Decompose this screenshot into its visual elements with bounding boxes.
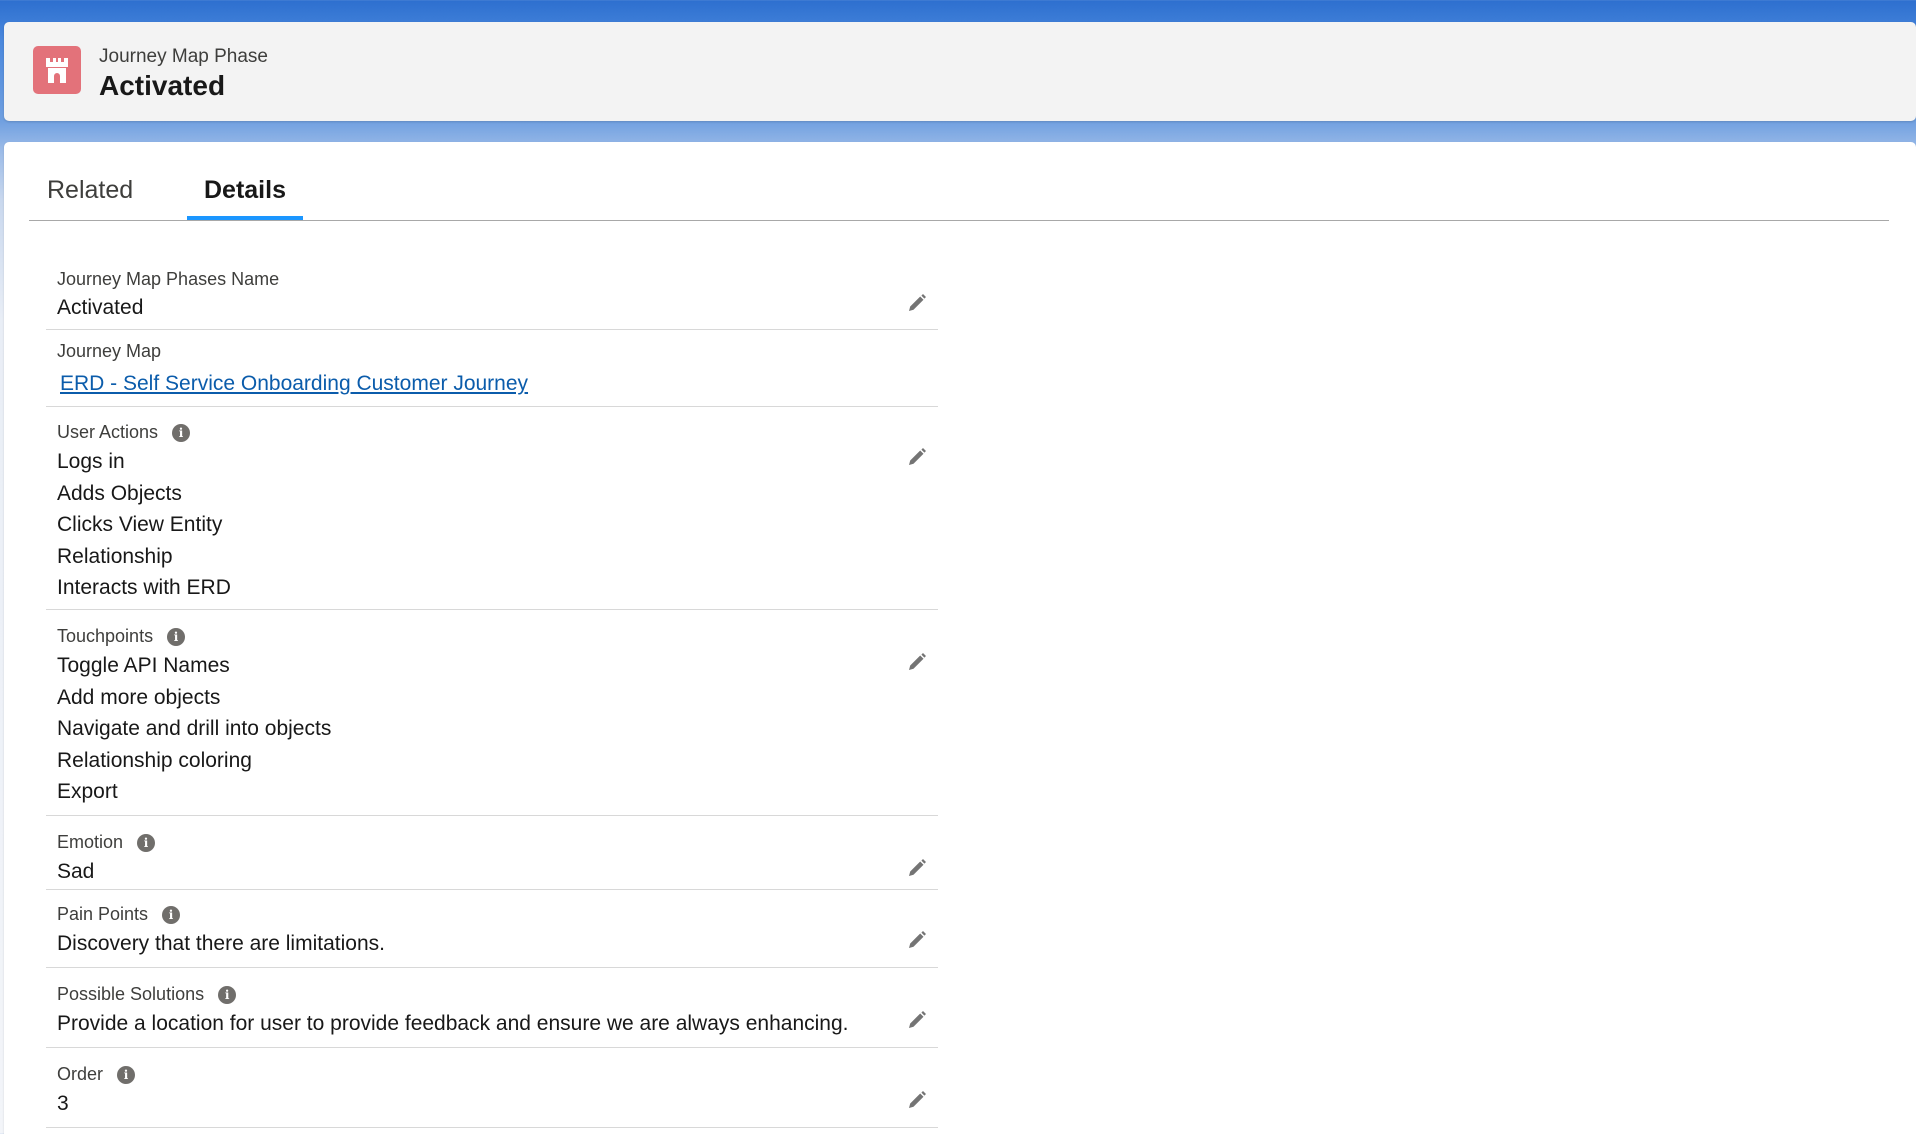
- info-icon[interactable]: i: [172, 423, 191, 442]
- field-label: Pain Points i: [57, 904, 181, 925]
- pencil-icon[interactable]: [906, 1089, 928, 1111]
- info-icon[interactable]: i: [162, 905, 181, 924]
- tab-details[interactable]: Details: [187, 176, 303, 220]
- field-label: Touchpoints i: [57, 626, 186, 647]
- list-item: Clicks View Entity: [57, 513, 223, 536]
- info-icon[interactable]: i: [167, 627, 186, 646]
- pencil-icon[interactable]: [906, 651, 928, 673]
- journey-map-link[interactable]: ERD - Self Service Onboarding Customer J…: [60, 372, 528, 395]
- list-item: Navigate and drill into objects: [57, 717, 332, 740]
- info-icon[interactable]: i: [218, 985, 237, 1004]
- field-label-text: Order: [57, 1064, 104, 1084]
- field-emotion: Emotion i Sad: [46, 822, 938, 890]
- field-label: Journey Map Phases Name: [57, 269, 279, 290]
- field-label-text: Touchpoints: [57, 626, 154, 646]
- record-header: Journey Map Phase Activated: [4, 22, 1916, 121]
- list-item: Adds Objects: [57, 481, 182, 505]
- field-value: ERD - Self Service Onboarding Customer J…: [60, 368, 528, 400]
- field-label: Order i: [57, 1064, 136, 1085]
- field-value: Toggle API Names Add more objects Naviga…: [57, 650, 331, 808]
- tab-related[interactable]: Related: [47, 176, 133, 220]
- field-label-text: Possible Solutions: [57, 984, 205, 1004]
- pencil-icon[interactable]: [906, 446, 928, 468]
- field-name: Journey Map Phases Name Activated: [46, 264, 938, 330]
- pencil-icon[interactable]: [906, 929, 928, 951]
- field-possible-solutions: Possible Solutions i Provide a location …: [46, 974, 938, 1048]
- pencil-icon[interactable]: [906, 292, 928, 314]
- list-item: Relationship coloring: [57, 748, 252, 772]
- tab-bar: Related Details: [29, 142, 1889, 221]
- field-value: Activated: [57, 296, 144, 319]
- field-touchpoints: Touchpoints i Toggle API Names Add more …: [46, 616, 938, 816]
- object-type-label: Journey Map Phase: [99, 46, 268, 67]
- field-label-text: Emotion: [57, 832, 124, 852]
- field-order: Order i 3: [46, 1054, 938, 1128]
- list-item: Export: [57, 780, 118, 803]
- field-label: User Actions i: [57, 422, 191, 443]
- record-title: Activated: [99, 70, 226, 101]
- field-journey-map: Journey Map ERD - Self Service Onboardin…: [46, 336, 938, 407]
- field-label-text: Journey Map Phases Name: [57, 269, 280, 289]
- field-value: Provide a location for user to provide f…: [57, 1012, 849, 1035]
- field-label: Possible Solutions i: [57, 984, 237, 1005]
- list-item: Toggle API Names: [57, 654, 230, 677]
- field-label: Journey Map: [57, 341, 161, 362]
- field-user-actions: User Actions i Logs in Adds Objects Clic…: [46, 412, 938, 610]
- field-label-text: Journey Map: [57, 341, 162, 361]
- list-item: Logs in: [57, 450, 125, 473]
- field-value: Discovery that there are limitations.: [57, 932, 385, 955]
- info-icon[interactable]: i: [137, 833, 156, 852]
- castle-icon: [33, 46, 81, 94]
- field-value: Logs in Adds Objects Clicks View Entity …: [57, 446, 231, 604]
- list-item: Relationship: [57, 544, 173, 568]
- field-label-text: Pain Points: [57, 904, 149, 924]
- pencil-icon[interactable]: [906, 1009, 928, 1031]
- info-icon[interactable]: i: [117, 1065, 136, 1084]
- list-item: Add more objects: [57, 685, 221, 709]
- field-pain-points: Pain Points i Discovery that there are l…: [46, 894, 938, 968]
- field-value: Sad: [57, 860, 95, 883]
- field-label-text: User Actions: [57, 422, 159, 442]
- list-item: Interacts with ERD: [57, 576, 231, 599]
- field-value: 3: [57, 1092, 69, 1115]
- pencil-icon[interactable]: [906, 857, 928, 879]
- field-label: Emotion i: [57, 832, 156, 853]
- record-detail-card: Related Details Journey Map Phases Name …: [4, 142, 1916, 1134]
